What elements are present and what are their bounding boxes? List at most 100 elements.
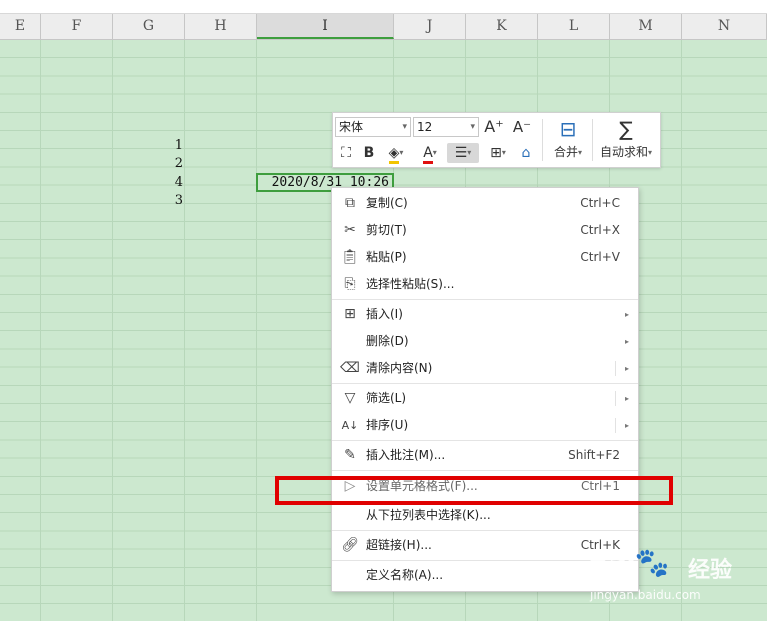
copy-icon: ⧉ (345, 195, 355, 211)
sort-icon: A↓ (341, 419, 359, 432)
menu-item-delete[interactable]: 删除(D) ▸ (332, 328, 638, 355)
watermark-url: jingyan.baidu.com (590, 588, 701, 602)
menu-item-insert[interactable]: ⊞ 插入(I) ▸ (332, 301, 638, 328)
baidu-jingyan-watermark: Bai🐾 经验 jingyan.baidu.com (588, 546, 738, 606)
font-color-letter: A (423, 145, 433, 164)
submenu-arrow-icon: ▸ (624, 364, 629, 373)
link-icon: 🔗︎ (341, 537, 359, 553)
submenu-divider (615, 391, 616, 406)
menu-item-shortcut: Ctrl+X (580, 223, 620, 237)
merge-label: 合并 (553, 145, 578, 159)
cell-g-value[interactable]: 2 (143, 155, 183, 173)
submenu-arrow-icon: ▸ (624, 310, 629, 319)
sigma-icon: ∑ (619, 117, 633, 141)
mini-toolbar: 宋体 ▾ 12 ▾ A⁺ A⁻ ⛶ B ◈▾ A▾ ☰▾ ⊞▾ ⌂ ⊟ 合并▾ … (332, 112, 661, 168)
menu-item-label: 筛选(L) (366, 391, 407, 405)
comment-icon: ✎ (344, 447, 356, 463)
submenu-divider (615, 361, 616, 376)
column-header-f[interactable]: F (41, 14, 113, 39)
context-menu: ⧉ 复制(C) Ctrl+C ✂ 剪切(T) Ctrl+X 📋︎ 粘贴(P) C… (331, 187, 639, 592)
submenu-divider (615, 418, 616, 433)
paste-special-icon: ⎘ (344, 276, 356, 292)
menu-separator (332, 383, 638, 384)
font-color-icon[interactable]: A▾ (415, 143, 445, 164)
watermark-logo: Bai🐾 (588, 546, 670, 579)
menu-item-insert-comment[interactable]: ✎ 插入批注(M)... Shift+F2 (332, 442, 638, 469)
column-header-e[interactable]: E (0, 14, 41, 39)
align-center-icon[interactable]: ☰▾ (447, 143, 479, 163)
menu-separator (332, 530, 638, 531)
merge-cells-icon: ⊟ (559, 117, 577, 141)
menu-item-shortcut: Shift+F2 (568, 448, 620, 462)
menu-item-label: 定义名称(A)... (366, 568, 444, 582)
column-header-k[interactable]: K (466, 14, 538, 39)
cell-g-value[interactable]: 3 (143, 192, 183, 210)
grid-line (184, 40, 185, 621)
menu-item-clear[interactable]: ⌫ 清除内容(N) ▸ (332, 355, 638, 382)
chevron-down-icon: ▾ (402, 122, 407, 132)
format-painter-icon[interactable]: ⛶ (335, 143, 357, 163)
autosum-button[interactable]: ∑ 自动求和▾ (595, 115, 657, 160)
bold-icon[interactable]: B (359, 143, 379, 163)
menu-item-paste-special[interactable]: ⎘ 选择性粘贴(S)... (332, 271, 638, 298)
menu-item-label: 插入批注(M)... (366, 448, 446, 462)
menu-item-label: 选择性粘贴(S)... (366, 277, 455, 291)
submenu-arrow-icon: ▸ (624, 394, 629, 403)
increase-font-size-icon[interactable]: A⁺ (483, 117, 505, 137)
column-header-n[interactable]: N (682, 14, 767, 39)
menu-item-paste[interactable]: 📋︎ 粘贴(P) Ctrl+V (332, 244, 638, 271)
watermark-jingyan: 经验 (688, 558, 733, 583)
cell-g-value[interactable]: 4 (143, 174, 183, 192)
menu-item-label: 超链接(H)... (366, 538, 432, 552)
menu-item-label: 插入(I) (366, 307, 403, 321)
menu-separator (332, 299, 638, 300)
menu-item-label: 剪切(T) (366, 223, 407, 237)
menu-item-label: 粘贴(P) (366, 250, 407, 264)
highlight-annotation (275, 476, 673, 505)
menu-item-label: 从下拉列表中选择(K)... (366, 508, 491, 522)
submenu-arrow-icon: ▸ (624, 421, 629, 430)
eraser-icon: ⌫ (340, 360, 360, 376)
font-size-value: 12 (417, 120, 433, 134)
decrease-font-size-icon[interactable]: A⁻ (511, 117, 533, 137)
paste-icon: 📋︎ (341, 249, 359, 265)
menu-item-label: 清除内容(N) (366, 361, 433, 375)
menu-item-sort[interactable]: A↓ 排序(U) ▸ (332, 412, 638, 439)
grid-line (112, 40, 113, 621)
menu-item-shortcut: Ctrl+V (580, 250, 620, 264)
menu-item-shortcut: Ctrl+C (580, 196, 620, 210)
menu-separator (332, 470, 638, 471)
merge-button[interactable]: ⊟ 合并▾ (547, 115, 589, 160)
column-header-bar: E F G H I J K L M N (0, 14, 767, 40)
cell-g-value[interactable]: 1 (143, 137, 183, 155)
menu-item-filter[interactable]: ▽ 筛选(L) ▸ (332, 385, 638, 412)
clear-format-icon[interactable]: ⌂ (515, 143, 537, 163)
grid-line (40, 40, 41, 621)
column-header-m[interactable]: M (610, 14, 682, 39)
scissors-icon: ✂ (344, 222, 356, 238)
menu-item-pick-from-list[interactable]: 从下拉列表中选择(K)... (332, 502, 638, 529)
top-strip (0, 0, 767, 14)
column-header-l[interactable]: L (538, 14, 610, 39)
grid-line (256, 40, 257, 621)
menu-item-cut[interactable]: ✂ 剪切(T) Ctrl+X (332, 217, 638, 244)
menu-separator (332, 440, 638, 441)
column-header-h[interactable]: H (185, 14, 257, 39)
borders-icon[interactable]: ⊞▾ (483, 143, 513, 163)
font-size-select[interactable]: 12 ▾ (413, 117, 479, 137)
fill-color-icon[interactable]: ◈▾ (381, 143, 411, 164)
font-name-value: 宋体 (339, 120, 364, 134)
toolbar-divider (592, 119, 593, 161)
menu-item-copy[interactable]: ⧉ 复制(C) Ctrl+C (332, 190, 638, 217)
menu-item-label: 复制(C) (366, 196, 408, 210)
menu-item-label: 删除(D) (366, 334, 409, 348)
submenu-arrow-icon: ▸ (624, 337, 629, 346)
column-header-g[interactable]: G (113, 14, 185, 39)
filter-icon: ▽ (344, 390, 356, 406)
menu-item-label: 排序(U) (366, 418, 409, 432)
column-header-i[interactable]: I (257, 14, 394, 39)
font-name-select[interactable]: 宋体 ▾ (335, 117, 411, 137)
insert-cells-icon: ⊞ (344, 306, 356, 322)
toolbar-divider (542, 119, 543, 161)
column-header-j[interactable]: J (394, 14, 466, 39)
